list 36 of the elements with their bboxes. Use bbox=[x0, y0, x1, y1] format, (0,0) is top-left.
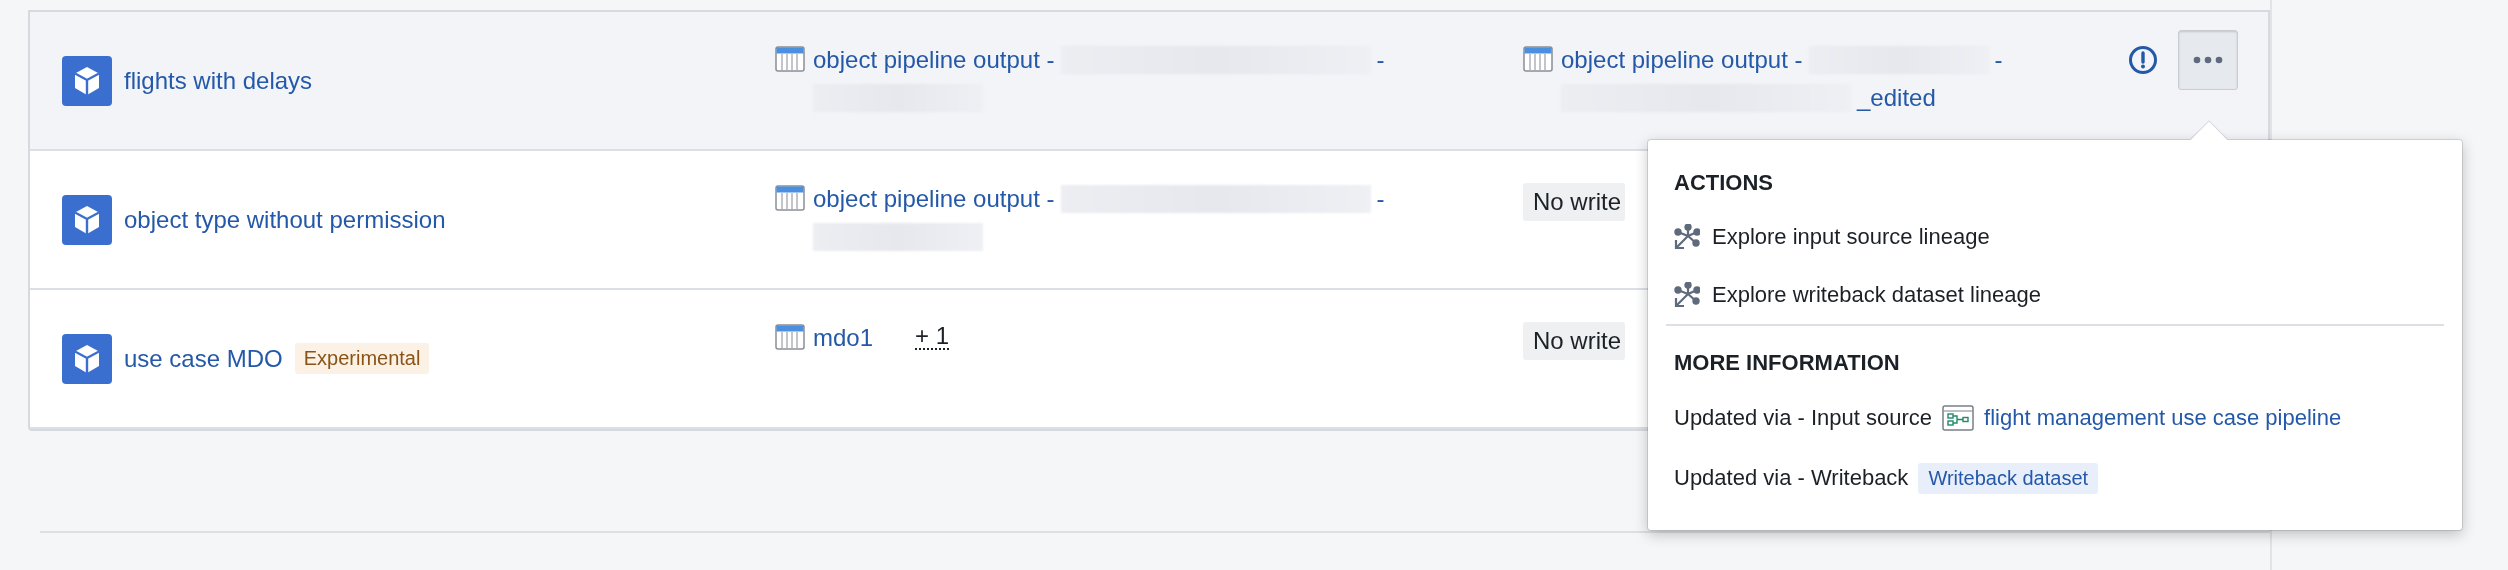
table-icon bbox=[1523, 46, 1553, 72]
lineage-icon bbox=[1674, 224, 1700, 250]
link-text[interactable]: object pipeline output - bbox=[1561, 46, 1803, 74]
link-text[interactable]: - bbox=[1994, 46, 2003, 74]
more-count[interactable]: + 1 bbox=[915, 324, 950, 350]
link-text[interactable]: object pipeline output - bbox=[813, 46, 1055, 74]
table-icon bbox=[775, 324, 805, 350]
status-tag: No write bbox=[1523, 183, 1626, 221]
warning-icon[interactable] bbox=[2128, 45, 2158, 75]
link-text[interactable]: object pipeline output - bbox=[813, 185, 1055, 213]
info-label: Updated via - Input source bbox=[1674, 405, 1933, 431]
lineage-icon bbox=[1674, 282, 1700, 308]
menu-item[interactable]: Explore writeback dataset lineage bbox=[1674, 266, 2041, 324]
object-type-link[interactable]: object type without permission bbox=[124, 205, 446, 234]
dataset-tag[interactable]: Writeback dataset bbox=[1918, 462, 2099, 494]
info-label: Updated via - Writeback bbox=[1674, 465, 1909, 491]
status-tag: Experimental bbox=[294, 343, 430, 374]
link-text[interactable]: - bbox=[1376, 185, 1385, 213]
table-icon bbox=[775, 185, 805, 211]
pipeline-link[interactable]: flight management use case pipeline bbox=[1984, 405, 2342, 431]
link-text[interactable]: mdo1 bbox=[813, 324, 874, 352]
cube-icon bbox=[62, 333, 112, 384]
link-text[interactable]: _edited bbox=[1857, 84, 1936, 112]
object-type-link[interactable]: use case MDO bbox=[124, 344, 283, 373]
more-button[interactable] bbox=[2178, 30, 2238, 90]
section-heading: ACTIONS bbox=[1674, 169, 1774, 197]
link-text[interactable]: - bbox=[1376, 46, 1385, 74]
table-icon bbox=[775, 46, 805, 72]
section-heading: MORE INFORMATION bbox=[1674, 349, 1901, 377]
status-tag: No write bbox=[1523, 322, 1626, 360]
cube-icon bbox=[62, 194, 112, 245]
object-type-link[interactable]: flights with delays bbox=[124, 66, 313, 95]
menu-item[interactable]: Explore input source lineage bbox=[1674, 208, 1990, 266]
ellipsis-icon bbox=[2193, 56, 2223, 64]
pipeline-icon bbox=[1942, 405, 1975, 431]
cube-icon bbox=[62, 55, 112, 106]
